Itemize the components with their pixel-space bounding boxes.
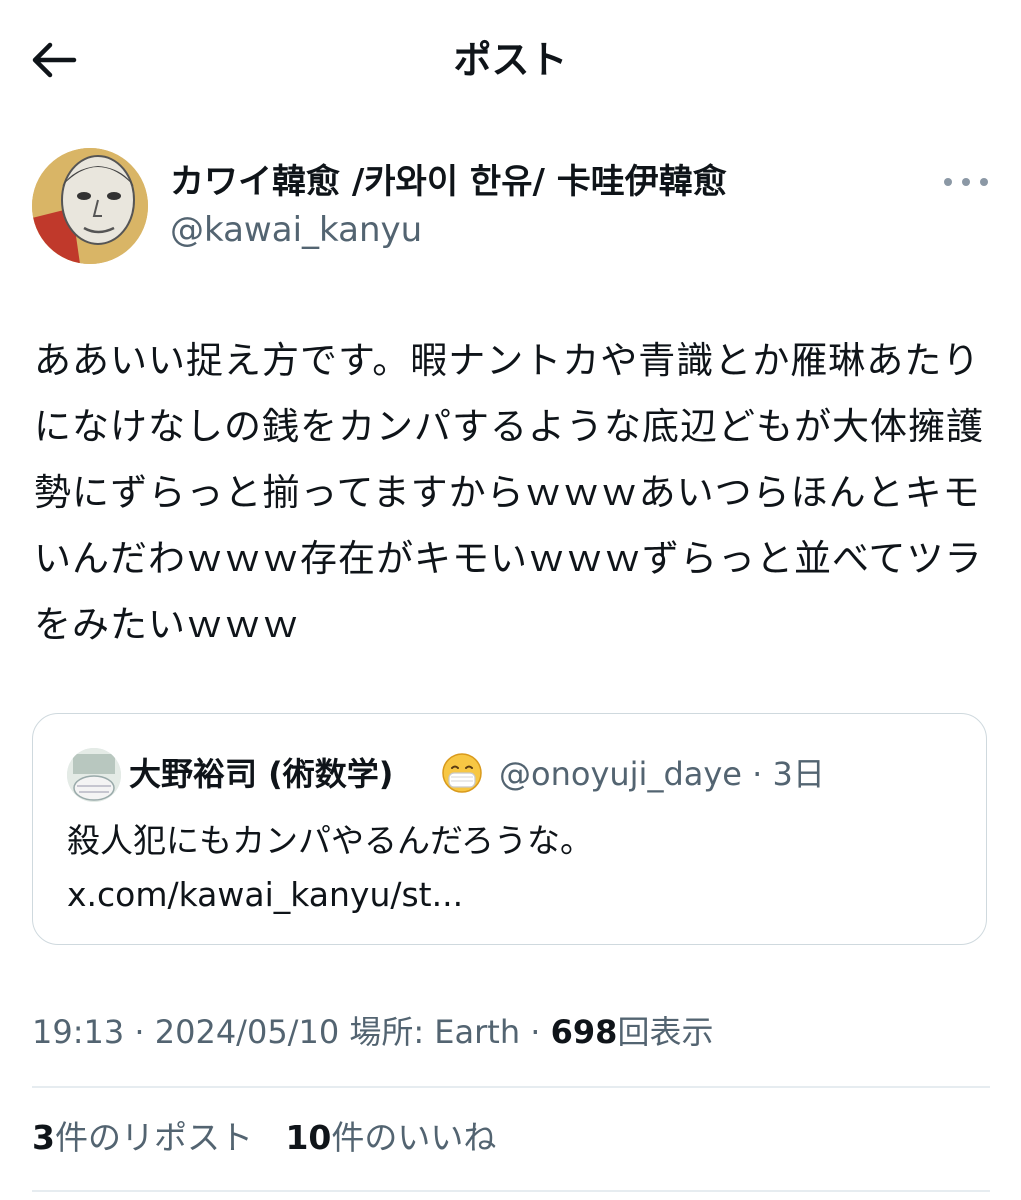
post-location: 場所: Earth — [349, 1013, 521, 1051]
quoted-author-handle: @onoyuji_daye — [499, 755, 742, 793]
avatar-portrait-image — [32, 148, 148, 264]
face-with-medical-mask-icon — [441, 752, 483, 794]
quoted-avatar-image — [67, 748, 121, 802]
more-horizontal-icon — [980, 178, 988, 186]
quoted-post-card[interactable]: 大野裕司 (術数学) @onoyuji_daye · 3日 殺人犯にもカンパやる… — [32, 713, 987, 945]
quoted-author-avatar — [67, 748, 121, 802]
page-title: ポスト — [453, 38, 568, 82]
post-text: ああいい捉え方です。暇ナントカや青識とか雁琳あたりになけなしの銭をカンパするよう… — [34, 339, 984, 646]
quoted-post-body: 殺人犯にもカンパやるんだろうな。 — [67, 821, 594, 860]
likes-label: 件のいいね — [331, 1118, 497, 1157]
quoted-post-link[interactable]: x.com/kawai_kanyu/st... — [67, 875, 463, 914]
meta-separator: · — [134, 1013, 145, 1051]
engagement-stats: 3件のリポスト 10件のいいね — [32, 1116, 518, 1160]
reposts-count: 3 — [32, 1118, 55, 1157]
likes-count: 10 — [285, 1118, 332, 1157]
more-horizontal-icon — [962, 178, 970, 186]
quoted-author-name: 大野裕司 (術数学) — [129, 755, 394, 793]
post-meta: 19:13 · 2024/05/10 場所: Earth · 698回表示 — [32, 1010, 713, 1054]
likes-stat[interactable]: 10件のいいね — [285, 1118, 496, 1157]
divider — [32, 1190, 990, 1192]
quoted-post-time: · 3日 — [752, 755, 825, 793]
more-horizontal-icon — [944, 178, 952, 186]
meta-separator: · — [530, 1013, 541, 1051]
more-options-button[interactable] — [944, 166, 988, 198]
reposts-label: 件のリポスト — [54, 1118, 253, 1157]
views-label[interactable]: 回表示 — [617, 1013, 713, 1051]
quoted-post-text: 殺人犯にもカンパやるんだろうな。 x.com/kawai_kanyu/st... — [67, 814, 947, 922]
author-avatar[interactable] — [32, 148, 148, 264]
post-time[interactable]: 19:13 — [32, 1013, 124, 1051]
divider — [32, 1086, 990, 1088]
author-handle[interactable]: @kawai_kanyu — [170, 208, 422, 252]
quoted-author-handle-and-time: @onoyuji_daye · 3日 — [499, 752, 825, 796]
author-display-name[interactable]: カワイ韓愈 /카와이 한유/ 卡哇伊韓愈 — [170, 160, 727, 204]
post-date[interactable]: 2024/05/10 — [155, 1013, 339, 1051]
reposts-stat[interactable]: 3件のリポスト — [32, 1118, 253, 1157]
views-count[interactable]: 698 — [551, 1013, 618, 1051]
